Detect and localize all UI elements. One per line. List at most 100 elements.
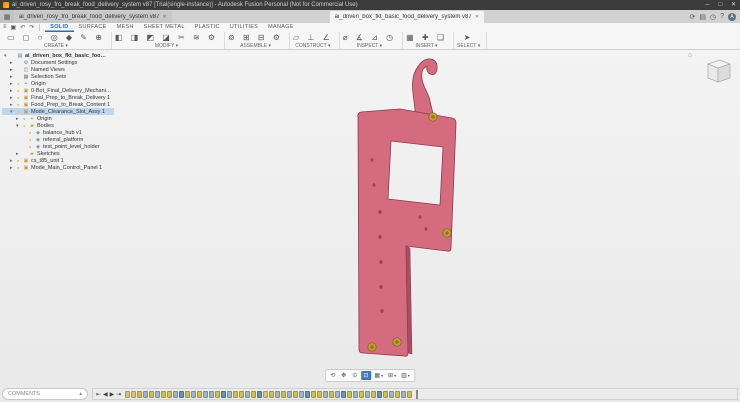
visibility-bulb-icon[interactable]: ● [29, 144, 33, 149]
timeline-feature-icon[interactable] [233, 391, 238, 398]
timeline-feature-icon[interactable] [263, 391, 268, 398]
browser-tree-row[interactable]: ▸ ● + Origin [2, 115, 114, 122]
visibility-bulb-icon[interactable]: ● [17, 88, 21, 93]
toolbar-utility-icon[interactable]: ? [720, 13, 724, 20]
timeline-feature-icon[interactable] [317, 391, 322, 398]
toolbar-utility-icon[interactable]: ▤ [699, 13, 706, 21]
toolbar-group-icons[interactable]: ⊚ ⊞ ⊟ ⚙ [228, 33, 283, 43]
expand-arrow-icon[interactable]: ▸ [10, 95, 15, 101]
timeline-feature-icon[interactable] [137, 391, 142, 398]
playback-button[interactable]: ◀ [103, 391, 108, 398]
quick-access-icon[interactable]: ↷ [29, 24, 34, 31]
avatar[interactable]: A [728, 13, 736, 21]
model-screw[interactable] [368, 343, 376, 351]
toolbar-group-icons[interactable]: ◧ ◨ ◩ ◪ ✂ ≋ ⚙ [115, 33, 218, 43]
timeline-feature-icon[interactable] [191, 391, 196, 398]
expand-arrow-icon[interactable]: ▸ [10, 102, 15, 108]
visibility-bulb-icon[interactable]: ● [29, 130, 33, 135]
ribbon-tab[interactable]: MANAGE [263, 23, 299, 32]
timeline-feature-icon[interactable] [341, 391, 346, 398]
document-tab[interactable]: ai_driven_rosy_fro_break_food_delivery_s… [14, 11, 172, 23]
visibility-bulb-icon[interactable]: ● [17, 81, 21, 86]
visibility-bulb-icon[interactable]: ● [29, 137, 33, 142]
nav-tool-button[interactable]: ⊙ [350, 371, 360, 380]
toolbar-group-icons[interactable]: ▱ ⊥ ∠ [293, 33, 333, 43]
visibility-bulb-icon[interactable]: ● [17, 102, 21, 107]
model-screw[interactable] [393, 338, 401, 346]
ribbon-tab[interactable]: SOLID [45, 23, 73, 32]
expand-arrow-icon[interactable]: ▾ [16, 123, 21, 129]
playback-button[interactable]: ⇥ [116, 391, 121, 398]
browser-tree-row[interactable]: ▾ ▤ ai_driven_box_fkt_basic_food_del... [2, 52, 114, 59]
timeline-feature-icon[interactable] [359, 391, 364, 398]
toolbar-group-label[interactable]: MODIFY ▾ [155, 43, 178, 49]
quick-access-icon[interactable]: ≡ [3, 24, 7, 31]
timeline-feature-icon[interactable] [149, 391, 154, 398]
playback-button[interactable]: ▶ [110, 391, 115, 398]
comments-box[interactable]: COMMENTS ▴ [2, 388, 88, 400]
timeline-feature-icon[interactable] [311, 391, 316, 398]
toolbar-group-icons[interactable]: ▦ ✚ ❑ [406, 33, 447, 43]
toolbar-group-label[interactable]: CREATE ▾ [44, 43, 68, 49]
nav-tool-button[interactable]: ▦ ▾ [372, 371, 385, 380]
timeline-feature-icon[interactable] [125, 391, 130, 398]
timeline-feature-icon[interactable] [305, 391, 310, 398]
visibility-bulb-icon[interactable]: ● [17, 95, 21, 100]
visibility-bulb-icon[interactable]: ● [17, 165, 21, 170]
visibility-bulb-icon[interactable]: ● [23, 116, 27, 121]
nav-tool-button[interactable]: ⊞ ▾ [386, 371, 398, 380]
timeline-feature-icon[interactable] [167, 391, 172, 398]
view-cube-graphic[interactable] [700, 52, 734, 86]
timeline-feature-icon[interactable] [401, 391, 406, 398]
timeline-feature-icon[interactable] [347, 391, 352, 398]
timeline-feature-icon[interactable] [251, 391, 256, 398]
timeline-feature-icon[interactable] [239, 391, 244, 398]
nav-tool-button[interactable]: ⊡ [361, 371, 371, 380]
expand-arrow-icon[interactable]: ▸ [10, 74, 15, 80]
toolbar-group-label[interactable]: ASSEMBLE ▾ [240, 43, 271, 49]
toolbar-group-label[interactable]: CONSTRUCT ▾ [295, 43, 330, 49]
quick-access-icon[interactable]: ↶ [20, 24, 25, 31]
timeline-feature-icon[interactable] [293, 391, 298, 398]
ribbon-tab[interactable]: PLASTIC [190, 23, 225, 32]
ribbon-tab[interactable]: MESH [112, 23, 139, 32]
timeline-feature-icon[interactable] [215, 391, 220, 398]
timeline-feature-icon[interactable] [227, 391, 232, 398]
expand-arrow-icon[interactable]: ▸ [10, 67, 15, 73]
expand-arrow-icon[interactable]: ▾ [10, 109, 15, 115]
timeline-feature-icon[interactable] [257, 391, 262, 398]
toolbar-group-icons[interactable]: ⌀ ∡ ⊿ ◷ [343, 33, 396, 43]
home-icon[interactable]: ⌂ [688, 52, 692, 59]
browser-tree-row[interactable]: ● ◆ test_point_level_holder [2, 143, 114, 150]
expand-arrow-icon[interactable]: ▸ [10, 165, 15, 171]
timeline-feature-icon[interactable] [245, 391, 250, 398]
timeline-feature-icon[interactable] [407, 391, 412, 398]
timeline-feature-icon[interactable] [281, 391, 286, 398]
data-panel-toggle-icon[interactable]: ▦ [0, 10, 14, 23]
expand-arrow-icon[interactable]: ▾ [4, 53, 9, 59]
document-tab[interactable]: ai_driven_box_fkt_basic_food_delivery_sy… [330, 11, 484, 23]
model-screw[interactable] [429, 113, 437, 121]
timeline-feature-icon[interactable] [275, 391, 280, 398]
expand-arrow-icon[interactable]: ▸ [10, 81, 15, 87]
timeline-feature-icon[interactable] [353, 391, 358, 398]
window-control-button[interactable]: ✕ [727, 0, 740, 10]
window-control-button[interactable]: □ [714, 0, 727, 10]
browser-tree-row[interactable]: ▸ ● ▣ cs_t85_unit 1 [2, 157, 114, 164]
browser-tree-row[interactable]: ▾ ● ▣ Mode_Clearance_Slot_Assy 1 [2, 108, 114, 115]
timeline-feature-icon[interactable] [323, 391, 328, 398]
timeline-feature-icon[interactable] [389, 391, 394, 398]
timeline-feature-icon[interactable] [221, 391, 226, 398]
nav-tool-button[interactable]: ▥ ▾ [399, 371, 412, 380]
cad-model[interactable] [340, 45, 480, 370]
browser-tree-row[interactable]: ▸ ● ▣ Food_Prep_to_Break_Content 1 [2, 101, 114, 108]
toolbar-utility-icon[interactable]: ◷ [710, 13, 716, 21]
browser-tree-row[interactable]: ● ◆ referral_platform [2, 136, 114, 143]
timeline-feature-icon[interactable] [209, 391, 214, 398]
browser-tree-row[interactable]: ● ◆ balance_hub v1 [2, 129, 114, 136]
model-screw[interactable] [443, 229, 451, 237]
toolbar-utility-icon[interactable]: ⟳ [689, 13, 695, 21]
nav-tool-button[interactable]: ⟲ [328, 371, 338, 380]
timeline-feature-icon[interactable] [155, 391, 160, 398]
expand-arrow-icon[interactable]: ▸ [10, 88, 15, 94]
